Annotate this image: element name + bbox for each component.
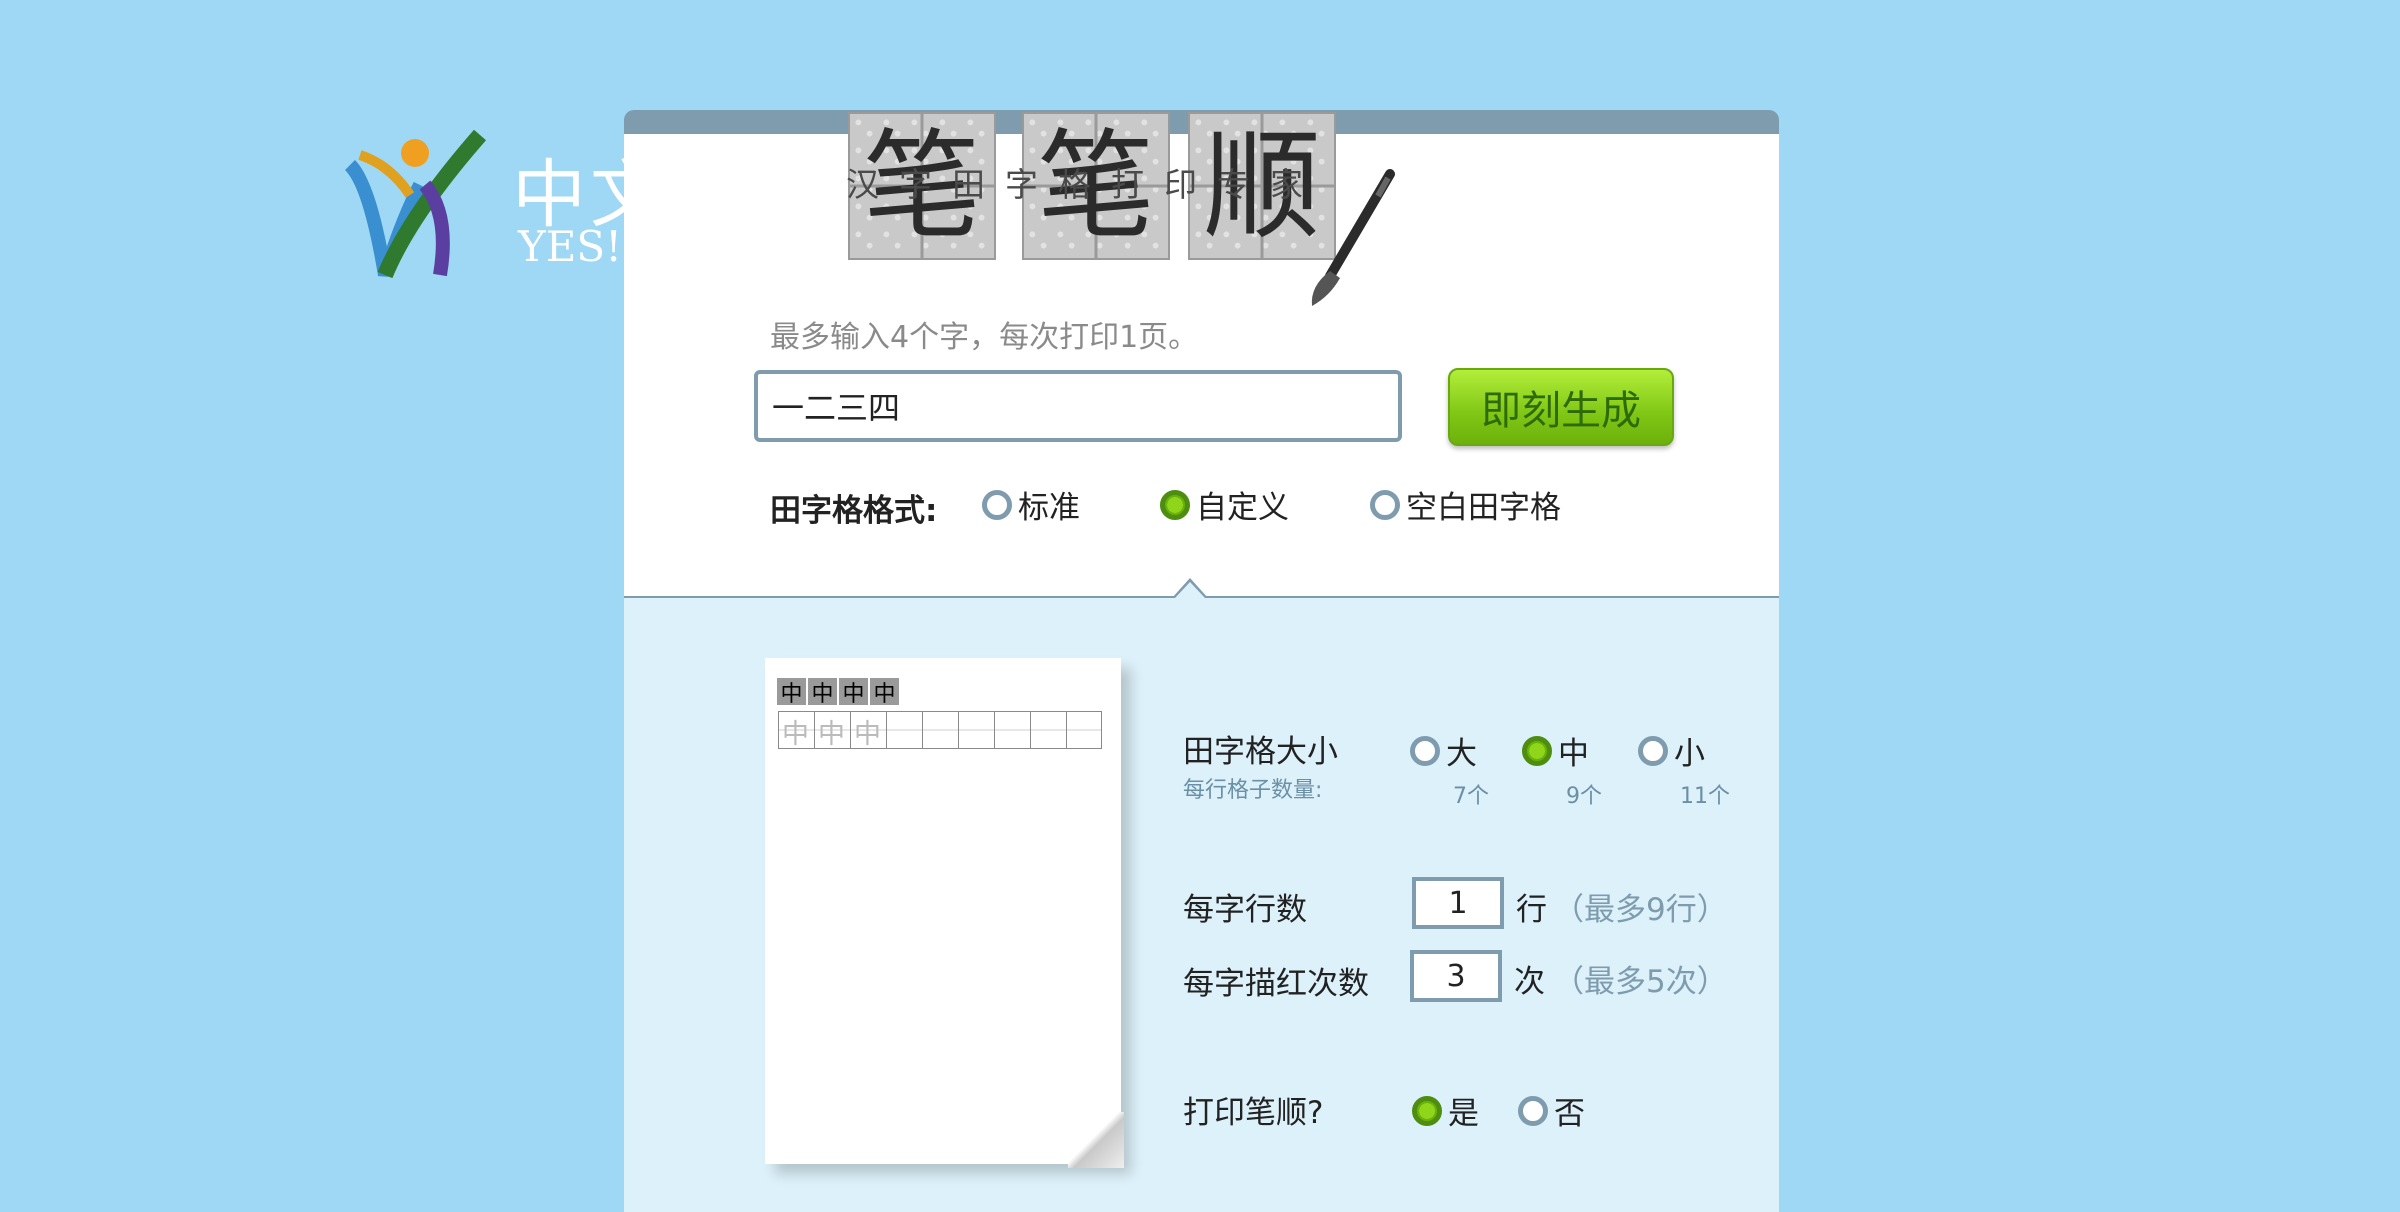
radio-icon[interactable]: [982, 489, 1012, 520]
grid-size-count: 7个: [1453, 784, 1489, 809]
grid-size-small[interactable]: 小: [1638, 728, 1705, 773]
trace-unit: 次: [1514, 964, 1545, 1000]
preview-char: 中: [839, 678, 868, 707]
character-input[interactable]: [754, 370, 1402, 442]
grid-size-large[interactable]: 大: [1410, 728, 1477, 773]
radio-selected-icon[interactable]: [1160, 489, 1190, 520]
input-hint: 最多输入4个字，每次打印1页。: [770, 320, 1199, 355]
stroke-order-label: 打印笔顺?: [1183, 1095, 1324, 1131]
rows-per-char-label: 每字行数: [1183, 892, 1307, 928]
preview-stroke-order: 中 中 中 中: [777, 678, 899, 707]
format-option-blank[interactable]: 空白田字格: [1370, 482, 1561, 527]
grid-size-count: 9个: [1566, 784, 1602, 809]
stroke-order-yes[interactable]: 是: [1412, 1088, 1479, 1133]
radio-icon[interactable]: [1638, 735, 1668, 766]
trace-limit: （最多5次）: [1553, 964, 1728, 1000]
format-option-custom[interactable]: 自定义: [1160, 482, 1289, 527]
radio-icon[interactable]: [1370, 489, 1400, 520]
stroke-order-no[interactable]: 否: [1518, 1088, 1585, 1133]
preview-char: 中: [808, 678, 837, 707]
site-logo-icon: [344, 129, 487, 279]
generate-button[interactable]: 即刻生成: [1448, 368, 1674, 446]
preview-char: 中: [777, 678, 806, 707]
radio-icon[interactable]: [1410, 735, 1440, 766]
radio-selected-icon[interactable]: [1522, 735, 1552, 766]
grid-size-count: 11个: [1680, 784, 1730, 809]
grid-size-label: 田字格大小: [1183, 734, 1338, 770]
grid-size-sublabel: 每行格子数量:: [1183, 778, 1323, 803]
rows-unit: 行: [1516, 892, 1547, 928]
rows-limit: （最多9行）: [1553, 892, 1728, 928]
grid-size-medium[interactable]: 中: [1522, 728, 1589, 773]
preview-trace-char: 中: [854, 719, 881, 750]
preview-trace-char: 中: [782, 719, 809, 750]
preview-char: 中: [870, 678, 899, 707]
format-option-standard[interactable]: 标准: [982, 482, 1080, 527]
radio-icon[interactable]: [1518, 1095, 1548, 1126]
preview-trace-char: 中: [818, 719, 845, 750]
trace-count-input[interactable]: [1410, 950, 1502, 1002]
radio-selected-icon[interactable]: [1412, 1095, 1442, 1126]
trace-count-label: 每字描红次数: [1183, 966, 1369, 1002]
format-label: 田字格格式:: [770, 493, 938, 529]
app-subtitle: 汉字田字格打印专家: [846, 165, 1323, 204]
rows-per-char-input[interactable]: [1412, 877, 1504, 929]
